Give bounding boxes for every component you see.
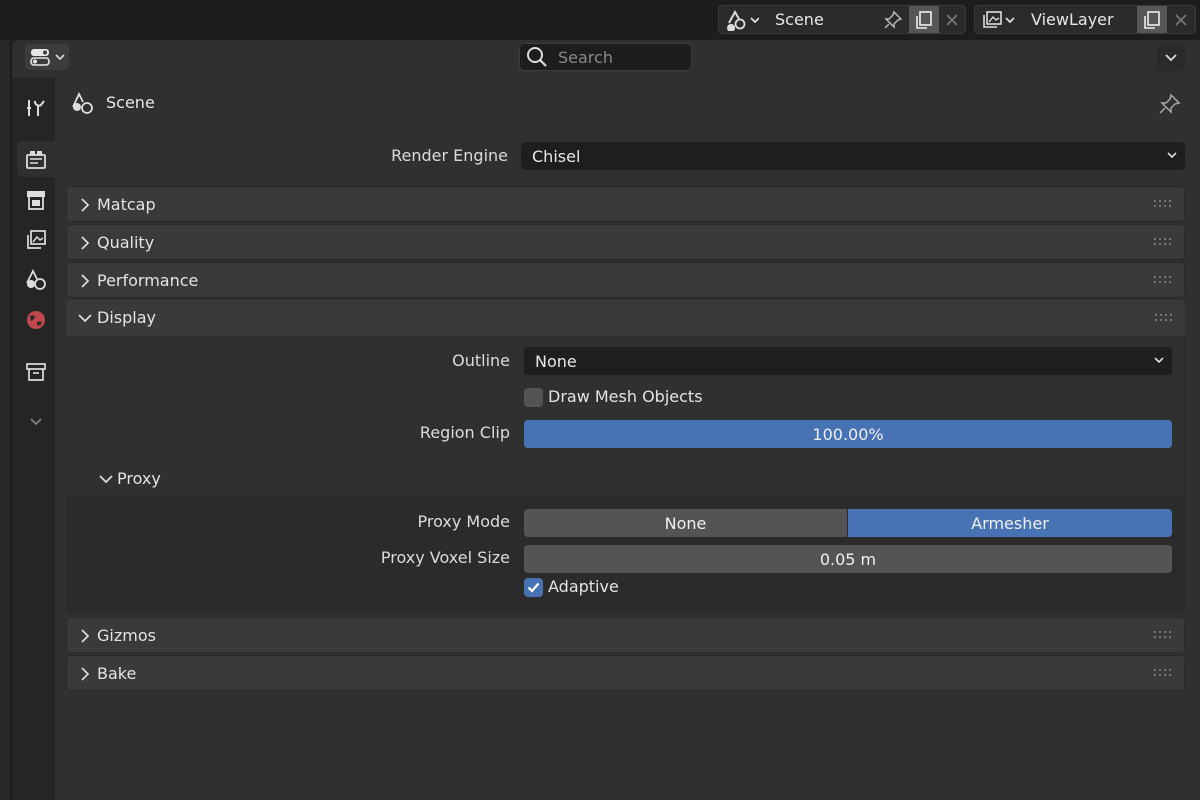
world-icon (27, 311, 45, 329)
tab-output[interactable] (17, 182, 55, 218)
view-layer-name-field[interactable]: ViewLayer (1021, 6, 1151, 33)
drag-handle-icon[interactable] (1154, 669, 1172, 677)
draw-mesh-objects-label: Draw Mesh Objects (548, 387, 703, 406)
adaptive-checkbox[interactable] (524, 578, 543, 597)
drag-handle-icon[interactable] (1154, 276, 1172, 284)
chevron-down-icon (1167, 152, 1177, 159)
section-gizmos[interactable]: Gizmos (66, 617, 1185, 653)
context-title: Scene (106, 93, 155, 112)
view-layer-icon (27, 230, 46, 249)
delete-view-layer-button[interactable] (1167, 6, 1195, 33)
render-icon (26, 151, 46, 169)
section-display-header[interactable]: Display (66, 300, 1185, 336)
proxy-subpanel-title[interactable]: Proxy (117, 469, 161, 488)
section-quality[interactable]: Quality (66, 224, 1185, 260)
chevron-right-icon (81, 198, 90, 212)
close-icon (946, 13, 958, 26)
chevron-down-icon (1154, 357, 1164, 364)
proxy-mode-option: None (664, 513, 707, 533)
new-scene-button[interactable] (909, 6, 939, 33)
drag-handle-icon[interactable] (1154, 238, 1172, 246)
new-view-layer-button[interactable] (1137, 6, 1167, 33)
adaptive-label: Adaptive (548, 577, 619, 596)
pin-icon[interactable] (1158, 92, 1182, 116)
outline-label: Outline (452, 351, 510, 370)
drag-handle-icon[interactable] (1154, 200, 1172, 208)
render-engine-label: Render Engine (391, 146, 508, 165)
adjacent-editor-edge (0, 40, 10, 800)
search-icon (527, 47, 547, 67)
search-input[interactable] (556, 46, 676, 68)
checkmark-icon (527, 582, 540, 593)
proxy-mode-armesher-button[interactable]: Armesher (848, 509, 1172, 537)
section-title: Gizmos (97, 626, 156, 645)
scene-icon (26, 268, 46, 290)
collection-icon (26, 363, 46, 381)
pin-scene-button[interactable] (879, 6, 907, 33)
region-clip-value: 100.00% (812, 424, 884, 444)
chevron-right-icon (81, 274, 90, 288)
delete-scene-button[interactable] (939, 6, 965, 33)
section-title: Quality (97, 233, 155, 252)
chevron-right-icon (81, 236, 90, 250)
section-matcap[interactable]: Matcap (66, 186, 1185, 222)
chevron-down-icon[interactable] (98, 472, 114, 486)
proxy-voxel-size-label: Proxy Voxel Size (380, 548, 510, 567)
scene-name: Scene (775, 10, 824, 29)
view-layer-browse-button[interactable] (977, 6, 1019, 33)
chevron-down-icon (78, 314, 92, 323)
options-menu-button[interactable] (1157, 45, 1185, 71)
outline-dropdown[interactable]: None (524, 347, 1172, 375)
render-engine-dropdown[interactable]: Chisel (521, 142, 1185, 170)
view-layer-icon (983, 10, 1015, 28)
properties-editor-icon (30, 49, 50, 66)
chevron-down-icon (55, 54, 65, 61)
region-clip-label: Region Clip (419, 423, 510, 442)
proxy-mode-none-button[interactable]: None (524, 509, 847, 537)
duplicate-icon (1144, 10, 1160, 29)
draw-mesh-objects-checkbox[interactable] (524, 388, 543, 407)
pin-icon (884, 10, 903, 29)
section-bake[interactable]: Bake (66, 655, 1185, 691)
outline-value: None (535, 351, 577, 371)
drag-handle-icon[interactable] (1155, 314, 1173, 322)
section-title: Matcap (97, 195, 156, 214)
section-performance[interactable]: Performance (66, 262, 1185, 298)
tab-world[interactable] (17, 302, 55, 338)
scene-icon (72, 91, 93, 114)
proxy-voxel-size-field[interactable]: 0.05 m (524, 545, 1172, 573)
tab-more[interactable] (17, 404, 55, 440)
output-icon (27, 191, 45, 210)
section-title: Display (97, 308, 156, 327)
tab-collection[interactable] (17, 354, 55, 390)
tab-render[interactable] (17, 141, 55, 177)
tool-icon (27, 100, 45, 116)
view-layer-name: ViewLayer (1031, 10, 1114, 29)
drag-handle-icon[interactable] (1154, 631, 1172, 639)
search-field[interactable] (519, 43, 692, 71)
chevron-right-icon (81, 629, 90, 643)
section-title: Bake (97, 664, 137, 683)
scene-icon (727, 9, 759, 31)
scene-browse-button[interactable] (721, 6, 763, 33)
chevron-down-icon (1165, 54, 1177, 62)
tab-view-layer[interactable] (17, 222, 55, 258)
region-clip-slider[interactable]: 100.00% (524, 420, 1172, 448)
section-title: Performance (97, 271, 199, 290)
render-engine-value: Chisel (532, 146, 581, 166)
duplicate-icon (916, 10, 932, 29)
proxy-mode-option: Armesher (971, 513, 1049, 533)
close-icon (1175, 13, 1187, 26)
view-layer-selector[interactable]: ViewLayer (974, 5, 1196, 34)
tab-scene[interactable] (17, 262, 55, 298)
proxy-voxel-size-value: 0.05 m (819, 549, 877, 569)
chevron-right-icon (81, 667, 90, 681)
scene-selector[interactable]: Scene (718, 5, 966, 34)
properties-tabs (12, 78, 55, 800)
editor-type-button[interactable] (25, 44, 69, 70)
proxy-mode-label: Proxy Mode (417, 512, 510, 531)
chevron-down-icon (30, 418, 42, 426)
tab-tool[interactable] (17, 90, 55, 126)
